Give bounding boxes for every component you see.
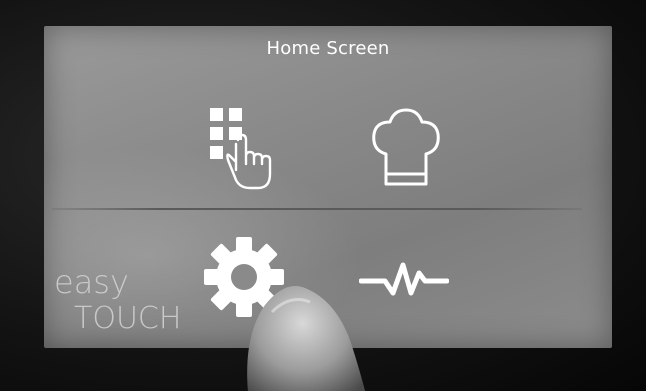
brand-line-2: TOUCH — [74, 301, 182, 336]
menu-button[interactable] — [184, 94, 304, 204]
settings-button[interactable] — [184, 222, 304, 332]
brand-logo: easy TOUCH — [54, 266, 181, 334]
gear-icon — [204, 237, 284, 317]
chef-hat-icon — [372, 108, 440, 186]
touch-screen: Home Screen easy TOUCH — [44, 26, 612, 348]
page-title: Home Screen — [266, 38, 390, 59]
grid-tap-icon — [210, 108, 272, 190]
row-divider — [52, 208, 582, 210]
recipe-button[interactable] — [344, 94, 464, 204]
brand-line-1: easy — [54, 263, 129, 301]
monitor-button[interactable] — [344, 222, 464, 332]
pulse-icon — [359, 262, 449, 296]
